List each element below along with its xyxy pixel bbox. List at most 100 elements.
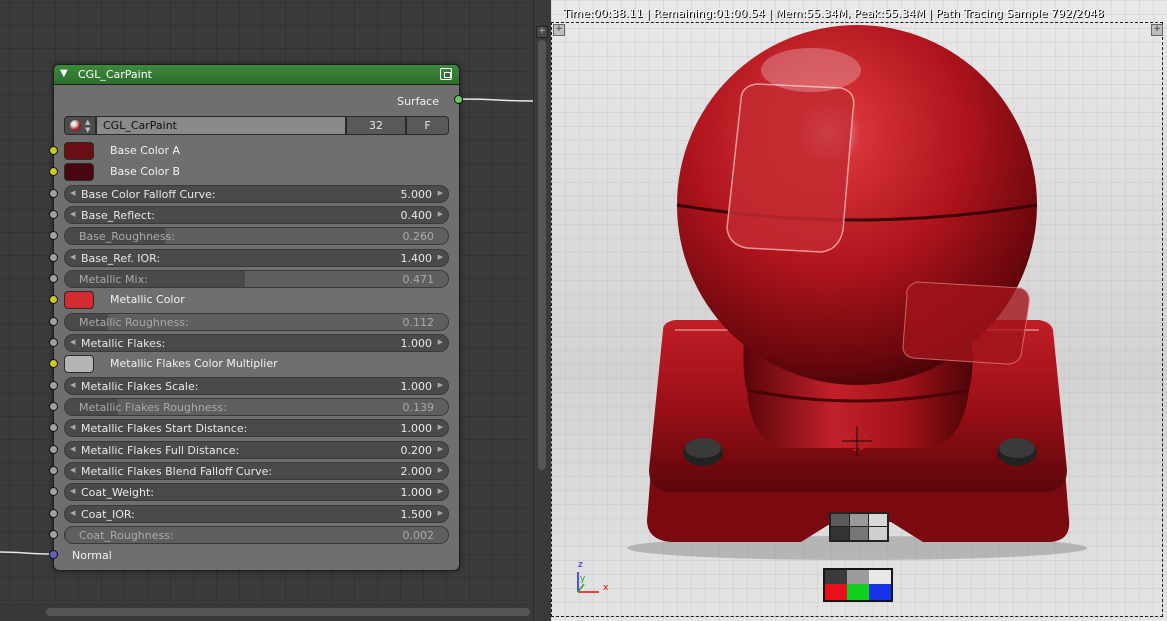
field-value: 1.500 (401, 508, 433, 521)
node-editor[interactable]: ▼ CGL_CarPaint Surface ▲▼ CGL_CarPaint 3… (0, 0, 533, 621)
output-socket-surface[interactable] (454, 95, 463, 104)
number-field[interactable]: ◀▶Coat_Weight:1.000 (64, 483, 449, 501)
number-field[interactable]: ◀ ▶ Coat_IOR: 1.500 (64, 505, 449, 523)
slider-field[interactable]: Base_Roughness:0.260 (64, 227, 449, 245)
increment-arrow-icon[interactable]: ▶ (438, 445, 443, 453)
increment-arrow-icon[interactable]: ▶ (438, 253, 443, 261)
input-socket[interactable] (49, 210, 58, 219)
number-field[interactable]: ◀▶Metallic Flakes Start Distance:1.000 (64, 419, 449, 437)
input-socket[interactable] (49, 466, 58, 475)
number-field[interactable]: ◀▶Base_Reflect:0.400 (64, 206, 449, 224)
decrement-arrow-icon[interactable]: ◀ (70, 338, 75, 346)
collapse-triangle-icon[interactable]: ▼ (60, 68, 68, 79)
color-swatch[interactable] (64, 163, 94, 181)
slider-field[interactable]: Coat_Roughness:0.002 (64, 526, 449, 544)
input-socket[interactable] (49, 423, 58, 432)
input-socket[interactable] (49, 146, 58, 155)
input-label-normal: Normal (72, 549, 112, 562)
axis-label-z: z (578, 560, 583, 570)
increment-arrow-icon[interactable]: ▶ (438, 466, 443, 474)
input-socket-normal[interactable] (49, 550, 58, 559)
horizontal-scrollbar[interactable] (0, 603, 533, 621)
viewport-split-corner-right[interactable]: + (1151, 24, 1163, 36)
input-row: Coat_Roughness:0.002 (54, 525, 459, 545)
increment-arrow-icon[interactable]: ▶ (438, 423, 443, 431)
horizontal-scrollbar-thumb[interactable] (46, 608, 530, 616)
browse-group-button[interactable]: ▲▼ (64, 116, 96, 135)
color-input-label: Base Color B (110, 165, 180, 178)
field-label: Base_Reflect: (81, 209, 155, 222)
slider-field[interactable]: Metallic Flakes Roughness:0.139 (64, 398, 449, 416)
decrement-arrow-icon[interactable]: ◀ (70, 487, 75, 495)
input-socket[interactable] (49, 445, 58, 454)
decrement-arrow-icon[interactable]: ◀ (70, 509, 75, 517)
viewport-split-corner-left[interactable]: + (553, 24, 565, 36)
field-label: Coat_IOR: (81, 508, 135, 521)
input-row: ◀ ▶ Coat_IOR: 1.500 (54, 504, 459, 524)
field-label: Base Color Falloff Curve: (81, 188, 216, 201)
number-field[interactable]: ◀ ▶ Metallic Flakes: 1.000 (64, 334, 449, 352)
node-cgl-carpaint[interactable]: ▼ CGL_CarPaint Surface ▲▼ CGL_CarPaint 3… (53, 64, 460, 571)
input-socket[interactable] (49, 381, 58, 390)
decrement-arrow-icon[interactable]: ◀ (70, 445, 75, 453)
editor-split-corner-icon[interactable]: + (536, 26, 548, 38)
input-row: ◀▶Metallic Flakes Scale:1.000 (54, 376, 459, 396)
input-socket[interactable] (49, 487, 58, 496)
input-socket[interactable] (49, 253, 58, 262)
input-socket[interactable] (49, 359, 58, 368)
decrement-arrow-icon[interactable]: ◀ (70, 466, 75, 474)
decrement-arrow-icon[interactable]: ◀ (70, 210, 75, 218)
increment-arrow-icon[interactable]: ▶ (438, 487, 443, 495)
field-label: Metallic Flakes Roughness: (79, 401, 227, 414)
slider-field[interactable]: Metallic Roughness:0.112 (64, 313, 449, 331)
increment-arrow-icon[interactable]: ▶ (438, 509, 443, 517)
color-swatch[interactable] (64, 355, 94, 373)
slider-field[interactable]: Metallic Mix:0.471 (64, 270, 449, 288)
input-socket[interactable] (49, 317, 58, 326)
number-field[interactable]: ◀▶Metallic Flakes Blend Falloff Curve:2.… (64, 462, 449, 480)
color-swatch[interactable] (64, 291, 94, 309)
decrement-arrow-icon[interactable]: ◀ (70, 423, 75, 431)
input-socket[interactable] (49, 295, 58, 304)
input-socket[interactable] (49, 189, 58, 198)
render-viewport[interactable]: z y x + + Time:00:38.11 | Remaining:01:0… (551, 0, 1167, 621)
decrement-arrow-icon[interactable]: ◀ (70, 189, 75, 197)
input-socket[interactable] (49, 231, 58, 240)
number-field[interactable]: ◀▶Metallic Flakes Full Distance:0.200 (64, 441, 449, 459)
color-swatch[interactable] (64, 142, 94, 160)
number-field[interactable]: ◀▶Metallic Flakes Scale:1.000 (64, 377, 449, 395)
input-socket[interactable] (49, 509, 58, 518)
vertical-scrollbar-thumb[interactable] (538, 40, 546, 470)
node-header[interactable]: ▼ CGL_CarPaint (54, 65, 459, 85)
field-value: 1.000 (401, 337, 433, 350)
increment-arrow-icon[interactable]: ▶ (438, 210, 443, 218)
node-group-icon[interactable] (440, 68, 452, 80)
group-users-count[interactable]: 32 (346, 116, 406, 135)
input-socket[interactable] (49, 167, 58, 176)
number-field[interactable]: ◀▶Base Color Falloff Curve:5.000 (64, 185, 449, 203)
group-name-field[interactable]: CGL_CarPaint (96, 116, 346, 135)
color-input-label: Metallic Color (110, 293, 185, 306)
input-row: Metallic Mix:0.471 (54, 269, 459, 289)
color-input-label: Base Color A (110, 144, 180, 157)
field-value: 2.000 (401, 465, 433, 478)
updown-arrows-icon: ▲▼ (85, 118, 90, 134)
vertical-scrollbar[interactable] (533, 0, 550, 621)
increment-arrow-icon[interactable]: ▶ (438, 381, 443, 389)
field-value: 0.112 (403, 316, 435, 329)
decrement-arrow-icon[interactable]: ◀ (70, 253, 75, 261)
fake-user-button[interactable]: F (406, 116, 449, 135)
input-row: ◀▶Coat_Weight:1.000 (54, 482, 459, 502)
input-socket[interactable] (49, 402, 58, 411)
field-label: Metallic Flakes: (81, 337, 165, 350)
node-title: CGL_CarPaint (78, 68, 152, 81)
node-group-selector[interactable]: ▲▼ CGL_CarPaint 32 F (64, 116, 449, 135)
field-label: Base_Roughness: (79, 230, 175, 243)
number-field[interactable]: ◀▶Base_Ref. IOR:1.400 (64, 249, 449, 267)
increment-arrow-icon[interactable]: ▶ (438, 338, 443, 346)
input-socket[interactable] (49, 338, 58, 347)
increment-arrow-icon[interactable]: ▶ (438, 189, 443, 197)
decrement-arrow-icon[interactable]: ◀ (70, 381, 75, 389)
input-socket[interactable] (49, 530, 58, 539)
input-socket[interactable] (49, 274, 58, 283)
